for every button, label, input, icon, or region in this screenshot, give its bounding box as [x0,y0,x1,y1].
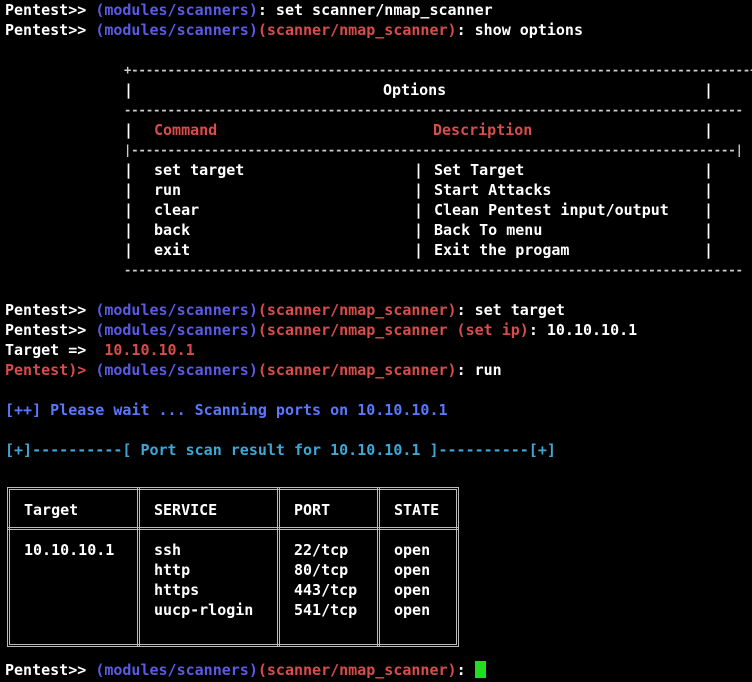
options-title-row: | [124,80,133,100]
option-command: set target [154,161,245,179]
table-border: | [414,161,424,179]
option-command: clear [154,201,200,219]
scan-result-header: [+]----------[ Port scan result for 10.1… [5,440,556,460]
table-divider [377,487,380,647]
options-header-command: Command [154,121,218,139]
cell-state: open [394,541,431,559]
cell-service: uucp-rlogin [154,601,254,619]
prompt-name: Pentest>> [5,21,87,39]
scan-status: [++] Please wait ... Scanning ports on 1… [5,401,448,419]
table-divider [277,487,280,647]
cell-service: https [154,581,200,599]
result-suffix: ]----------[+] [420,441,556,459]
prompt-scanner: (scanner/nmap_scanner) [257,361,457,379]
terminal-line: Target => 10.10.10.1 [5,340,195,360]
cell-port: 541/tcp [294,601,358,619]
prompt-name: Pentest>> [5,301,87,319]
table-border: | [704,201,714,219]
table-border: | [124,241,134,259]
option-description: Set Target [434,161,525,179]
terminal-line: Pentest>> (modules/scanners)(scanner/nma… [5,300,565,320]
option-command: back [154,221,191,239]
cell-state: open [394,601,431,619]
command-text: : run [456,361,502,379]
cell-state: open [394,581,431,599]
options-divider: ----------------------------------------… [124,103,743,117]
option-description: Clean Pentest input/output [434,201,669,219]
option-command: exit [154,241,191,259]
table-border: | [124,181,134,199]
table-border: | [124,161,134,179]
cell-port: 80/tcp [294,561,349,579]
prompt-module: (modules/scanners) [95,1,258,19]
prompt-module: (modules/scanners) [95,321,258,339]
table-divider [137,487,140,647]
terminal-line: Pentest>> (modules/scanners): set scanne… [5,0,493,20]
table-border: | [704,161,714,179]
cell-target: 10.10.10.1 [24,541,115,559]
table-border: | [704,221,714,239]
prompt-scanner: (scanner/nmap_scanner) [257,21,457,39]
command-text: : set target [456,301,565,319]
command-text: : [456,661,475,679]
table-border: | [704,121,714,139]
terminal-cursor[interactable] [474,661,486,678]
prompt-scanner: (scanner/nmap_scanner) [257,661,457,679]
option-description: Start Attacks [434,181,552,199]
table-border: | [704,181,714,199]
prompt-name: Pentest)> [5,361,87,379]
table-border: | [414,201,424,219]
cell-service: http [154,561,191,579]
prompt-module: (modules/scanners) [95,361,258,379]
option-description: Back To menu [434,221,543,239]
option-description: Exit the progam [434,241,570,259]
table-header-divider [7,527,459,530]
command-text: : 10.10.10.1 [528,321,638,339]
terminal-line: Pentest>> (modules/scanners)(scanner/nma… [5,320,637,340]
prompt-name: Pentest>> [5,661,87,679]
prompt-name: Pentest>> [5,1,87,19]
col-header-port: PORT [294,501,331,519]
prompt-module: (modules/scanners) [95,21,258,39]
col-header-target: Target [24,501,79,519]
terminal-input-line[interactable]: Pentest>> (modules/scanners)(scanner/nma… [5,660,486,680]
cell-port: 443/tcp [294,581,358,599]
cell-state: open [394,561,431,579]
prompt-scanner: (scanner/nmap_scanner) [257,301,457,319]
table-border: | [414,241,424,259]
option-command: run [154,181,182,199]
col-header-service: SERVICE [154,501,218,519]
table-border: | [124,121,134,139]
target-value: 10.10.10.1 [104,341,195,359]
result-title: Port scan result for 10.10.10.1 [140,441,421,459]
command-text: : show options [456,21,583,39]
prompt-module: (modules/scanners) [95,301,258,319]
target-label: Target => [5,341,105,359]
prompt-module: (modules/scanners) [95,661,258,679]
table-border: | [704,81,714,99]
table-border: | [414,221,424,239]
cell-port: 22/tcp [294,541,349,559]
cell-service: ssh [154,541,182,559]
table-border: | [414,181,424,199]
result-prefix: [+]----------[ [5,441,141,459]
col-header-state: STATE [394,501,440,519]
options-title: Options [383,81,447,99]
table-border: | [704,241,714,259]
options-header-description: Description [433,121,533,139]
prompt-name: Pentest>> [5,321,87,339]
table-border: | [124,81,134,99]
table-border: | [124,221,134,239]
table-border: | [124,201,134,219]
prompt-scanner: (scanner/nmap_scanner (set ip) [257,321,529,339]
command-text: : set scanner/nmap_scanner [257,1,493,19]
terminal-line: Pentest)> (modules/scanners)(scanner/nma… [5,360,502,380]
options-divider: |---------------------------------------… [124,143,743,157]
options-border-top: +---------------------------------------… [124,63,752,77]
terminal-line: Pentest>> (modules/scanners)(scanner/nma… [5,20,583,40]
options-border-bottom: ----------------------------------------… [124,263,743,277]
